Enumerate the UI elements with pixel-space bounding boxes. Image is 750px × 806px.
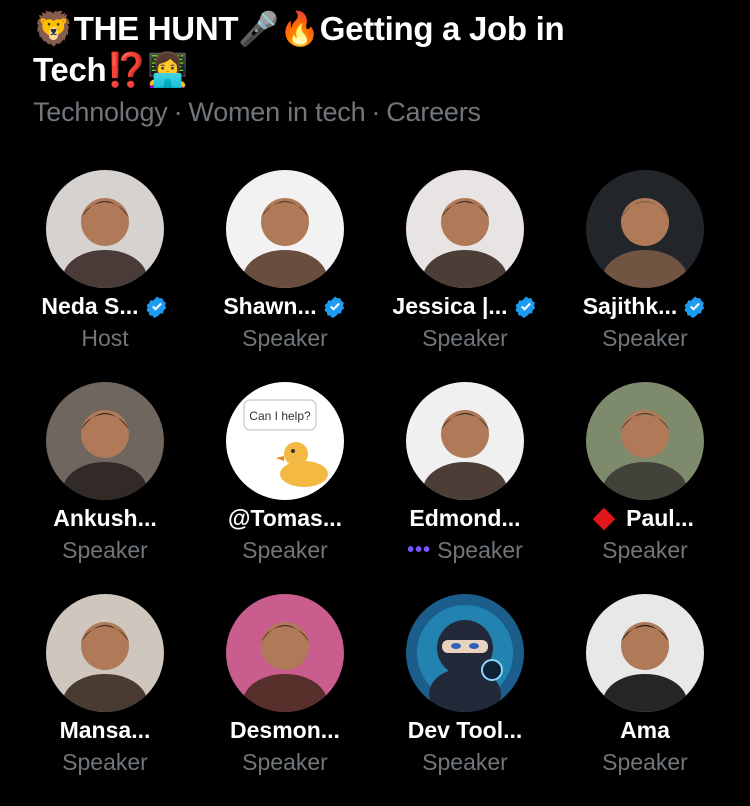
participant-name-row: Ankush... (15, 505, 195, 532)
duck-bubble-text: Can I help? (249, 409, 311, 423)
avatar[interactable] (586, 594, 704, 712)
participant-name: Edmond... (409, 505, 521, 531)
space-title-line1: 🦁THE HUNT🎤🔥Getting a Job in (33, 10, 565, 47)
avatar[interactable] (406, 382, 524, 500)
participant-name-row: Ama (555, 717, 735, 744)
ninja-avatar[interactable] (406, 594, 524, 712)
participant-role-row: Speaker (195, 325, 375, 352)
topic-separator: · (173, 97, 183, 127)
participant-name-row: Edmond... (375, 505, 555, 532)
avatar[interactable] (226, 594, 344, 712)
participant-grid: Neda S... Host Shawn... Speaker Jessica |...… (15, 170, 735, 806)
topic-technology[interactable]: Technology (33, 97, 168, 127)
participant-tile[interactable]: Mansa... Speaker (15, 594, 195, 806)
avatar[interactable] (586, 170, 704, 288)
avatar[interactable] (586, 382, 704, 500)
participant-tile[interactable]: Sajithk... Speaker (555, 170, 735, 382)
participant-tile[interactable]: Desmon... Speaker (195, 594, 375, 806)
space-topics: Technology · Women in tech · Careers (33, 97, 481, 128)
participant-role: Host (81, 325, 129, 351)
participant-role: Speaker (62, 537, 148, 563)
participant-tile[interactable]: Paul... Speaker (555, 382, 735, 594)
participant-role: Speaker (242, 325, 328, 351)
participant-role-row: Speaker (555, 749, 735, 776)
red-diamond-icon (592, 507, 616, 530)
participant-role: Speaker (242, 537, 328, 563)
topic-separator: · (371, 97, 381, 127)
participant-name-row: Neda S... (15, 293, 195, 320)
participant-name-row: Dev Tool... (375, 717, 555, 744)
participant-tile[interactable]: Can I help? @Tomas... Speaker (195, 382, 375, 594)
participant-role-row: Speaker (195, 749, 375, 776)
participant-role-row: Speaker (15, 537, 195, 564)
participant-name: @Tomas... (227, 505, 343, 531)
participant-name: Desmon... (230, 717, 340, 743)
participant-name: Dev Tool... (407, 717, 523, 743)
participant-name-row: @Tomas... (195, 505, 375, 532)
participant-role: Speaker (437, 537, 523, 563)
participant-role-row: Speaker (555, 325, 735, 352)
avatar[interactable] (406, 170, 524, 288)
participant-role-row: Speaker (375, 749, 555, 776)
duck-avatar[interactable]: Can I help? (226, 382, 344, 500)
participant-name: Ama (620, 717, 670, 743)
participant-tile[interactable]: Edmond... ••• Speaker (375, 382, 555, 594)
space-header: 🦁THE HUNT🎤🔥Getting a Job in Tech⁉️👩‍💻 (33, 8, 723, 90)
avatar[interactable] (46, 382, 164, 500)
participant-role-row: Speaker (195, 537, 375, 564)
participant-name: Paul... (626, 505, 694, 531)
participant-role: Speaker (602, 537, 688, 563)
participant-tile[interactable]: Ankush... Speaker (15, 382, 195, 594)
space-title-line2: Tech⁉️👩‍💻 (33, 51, 188, 88)
participant-name-row: Paul... (555, 505, 735, 532)
participant-role-row: Speaker (15, 749, 195, 776)
verified-badge-icon (145, 295, 169, 319)
participant-role: Speaker (602, 325, 688, 351)
verified-badge-icon (514, 295, 538, 319)
avatar[interactable] (46, 170, 164, 288)
participant-role: Speaker (422, 325, 508, 351)
participant-role: Speaker (422, 749, 508, 775)
verified-badge-icon (683, 295, 707, 319)
participant-role-row: ••• Speaker (375, 537, 555, 564)
participant-tile[interactable]: Jessica |... Speaker (375, 170, 555, 382)
participant-role-row: Speaker (555, 537, 735, 564)
participant-name-row: Shawn... (195, 293, 375, 320)
participant-name: Jessica |... (392, 293, 508, 319)
participant-role-row: Speaker (375, 325, 555, 352)
avatar[interactable] (46, 594, 164, 712)
participant-name: Neda S... (41, 293, 139, 319)
participant-tile[interactable]: Ama Speaker (555, 594, 735, 806)
participant-name-row: Jessica |... (375, 293, 555, 320)
participant-name: Shawn... (223, 293, 317, 319)
participant-name: Mansa... (59, 717, 151, 743)
participant-tile[interactable]: Shawn... Speaker (195, 170, 375, 382)
participant-tile[interactable]: Neda S... Host (15, 170, 195, 382)
participant-role: Speaker (602, 749, 688, 775)
participant-role: Speaker (242, 749, 328, 775)
verified-badge-icon (323, 295, 347, 319)
avatar[interactable] (226, 170, 344, 288)
participant-tile[interactable]: Dev Tool... Speaker (375, 594, 555, 806)
participant-name: Sajithk... (582, 293, 678, 319)
participant-name-row: Sajithk... (555, 293, 735, 320)
participant-name-row: Mansa... (15, 717, 195, 744)
participant-name-row: Desmon... (195, 717, 375, 744)
participant-role: Speaker (62, 749, 148, 775)
topic-women-in-tech[interactable]: Women in tech (188, 97, 365, 127)
topic-careers[interactable]: Careers (386, 97, 481, 127)
speaking-indicator-icon: ••• (407, 539, 432, 561)
space-title: 🦁THE HUNT🎤🔥Getting a Job in Tech⁉️👩‍💻 (33, 8, 723, 90)
participant-name: Ankush... (53, 505, 157, 531)
participant-role-row: Host (15, 325, 195, 352)
